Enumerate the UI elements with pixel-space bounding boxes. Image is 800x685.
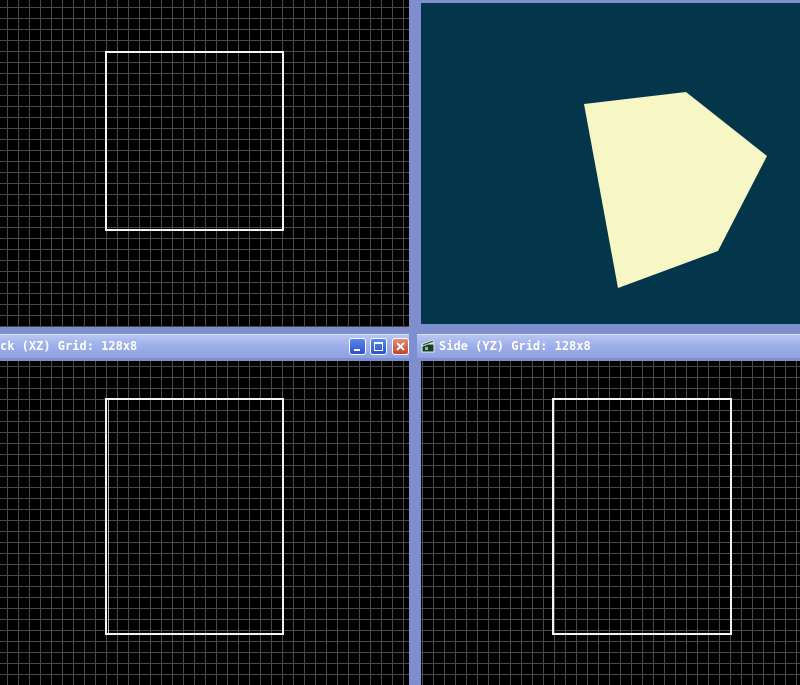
brush-outline[interactable] bbox=[105, 398, 284, 635]
maximize-button[interactable] bbox=[370, 338, 387, 355]
side-viewport-title: Side (YZ) Grid: 128x8 bbox=[439, 339, 591, 353]
side-viewport-titlebar: Side (YZ) Grid: 128x8 bbox=[417, 334, 800, 358]
close-icon bbox=[396, 342, 405, 351]
minimize-icon bbox=[354, 349, 360, 351]
top-viewport[interactable] bbox=[0, 0, 409, 327]
brush-solid-shape[interactable] bbox=[584, 92, 767, 288]
brush-edge-line bbox=[108, 400, 109, 633]
perspective-canvas bbox=[584, 92, 767, 288]
back-viewport-title: ck (XZ) Grid: 128x8 bbox=[0, 339, 138, 353]
clapperboard-icon bbox=[421, 339, 435, 353]
brush-outline[interactable] bbox=[552, 398, 732, 635]
minimize-button[interactable] bbox=[349, 338, 366, 355]
perspective-viewport[interactable] bbox=[421, 3, 800, 324]
maximize-icon bbox=[374, 342, 383, 351]
close-button[interactable] bbox=[392, 338, 409, 355]
brush-outline[interactable] bbox=[105, 51, 284, 231]
side-viewport[interactable] bbox=[421, 361, 800, 685]
back-viewport[interactable] bbox=[0, 361, 409, 685]
back-viewport-titlebar: ck (XZ) Grid: 128x8 bbox=[0, 334, 409, 358]
